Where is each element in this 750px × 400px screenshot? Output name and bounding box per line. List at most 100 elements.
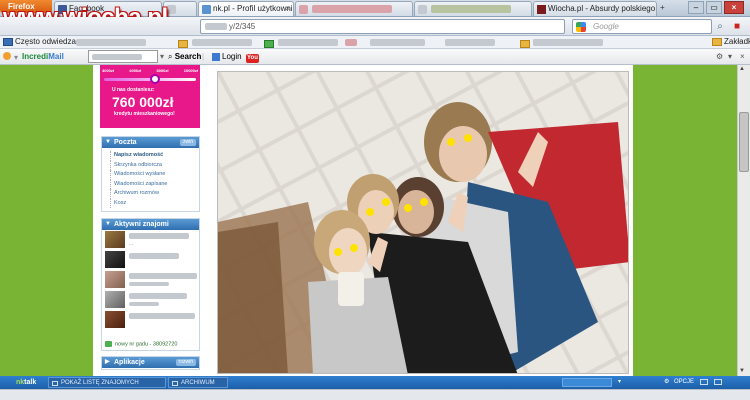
blurred-friend-status — [129, 282, 169, 286]
toolbar-search-button[interactable]: ⌕ Search — [168, 49, 201, 64]
google-icon — [576, 22, 586, 32]
scroll-down-icon[interactable]: ▼ — [739, 368, 745, 374]
blurred-bookmark[interactable] — [345, 39, 357, 46]
mail-link-trash[interactable]: Kosz — [110, 198, 199, 208]
nk-icon — [202, 5, 211, 14]
friend-item[interactable] — [105, 311, 196, 330]
tab-nk-profile[interactable]: nk.pl - Profil użytkownika !rEw... × — [198, 1, 294, 16]
gadu-gadu-status[interactable]: nowy nr gadu - 38092720 — [105, 340, 177, 347]
blurred-icon — [299, 5, 308, 14]
mail-link-archive[interactable]: Archiwum rozmów — [110, 189, 199, 199]
mail-link-sent[interactable]: Wiadomości wysłane — [110, 170, 199, 180]
archive-button[interactable]: ARCHIWUM — [168, 377, 228, 388]
wrench-icon[interactable]: ⚙ — [716, 49, 723, 64]
mail-box-header[interactable]: ▼ Poczta zwiń — [102, 137, 199, 148]
blurred-tab-title — [431, 5, 511, 13]
friend-item[interactable] — [105, 271, 197, 290]
folder-icon — [712, 37, 722, 46]
minimize-icon[interactable]: – — [688, 1, 704, 14]
dropdown-icon[interactable]: ▾ — [618, 376, 621, 389]
new-tab-icon[interactable]: + — [660, 3, 665, 12]
mail-box: ▼ Poczta zwiń Napisz wiadomość Skrzynka … — [101, 136, 200, 212]
mail-links: Napisz wiadomość Skrzynka odbiorcza Wiad… — [102, 148, 199, 208]
blurred-bookmark[interactable] — [76, 39, 146, 46]
most-visited-bookmark[interactable]: Często odwiedzane — [3, 36, 85, 48]
mail-link-saved[interactable]: Wiadomości zapisane — [110, 179, 199, 189]
ad-text-bottom: kredytu mieszkaniowego! — [114, 111, 175, 117]
folder-icon — [3, 37, 13, 46]
youtube-icon: You — [246, 54, 259, 63]
collapse-button[interactable]: zwiń — [179, 139, 196, 146]
avatar — [105, 291, 125, 308]
youtube-button[interactable]: You — [246, 49, 259, 64]
blurred-bookmark[interactable] — [192, 39, 252, 46]
ad-text-top: U nas dostaniesz: — [112, 87, 155, 93]
url-bar[interactable]: y/2/345 — [200, 19, 565, 34]
tab-blurred[interactable] — [414, 1, 532, 16]
tab-label: nk.pl - Profil użytkownika !rEw... — [213, 4, 293, 13]
tab-blurred[interactable] — [295, 1, 413, 16]
toolbar-login-button[interactable]: Login — [212, 49, 242, 64]
incredimail-logo[interactable]: IncrediMail — [22, 49, 64, 64]
blurred-bookmark[interactable] — [278, 39, 338, 46]
dropdown-icon[interactable]: ▾ — [728, 49, 732, 64]
blurred-friend-name — [129, 293, 187, 299]
blurred-bookmark[interactable] — [370, 39, 425, 46]
blurred-tab-title — [312, 5, 392, 13]
bookmark-label: Często odwiedzane — [15, 37, 85, 46]
tab-blurred[interactable] — [163, 1, 197, 16]
browser-status-bar — [0, 389, 750, 400]
friend-item[interactable] — [105, 251, 196, 270]
blurred-search-text — [92, 54, 142, 60]
bookmarks-menu[interactable]: Zakładki — [712, 36, 750, 48]
show-friends-button[interactable]: POKAŻ LISTĘ ZNAJOMYCH — [48, 377, 166, 388]
avatar — [105, 311, 125, 328]
addon-icon[interactable]: ■ — [730, 20, 744, 34]
friend-item[interactable] — [105, 291, 196, 310]
friend-item[interactable]: ... — [105, 231, 196, 250]
minimize-chat-icon[interactable] — [700, 379, 708, 385]
search-bar[interactable]: Google — [572, 19, 712, 34]
blurred-bookmark[interactable] — [533, 39, 603, 46]
active-friends-box: ▼ Aktywni znajomi ... nowy nr gadu - 380… — [101, 218, 200, 351]
search-dropdown-icon[interactable]: ▾ — [160, 49, 164, 64]
tab-wiocha[interactable]: Wiocha.pl - Absurdy polskiego ... — [533, 1, 657, 16]
close-toolbar-icon[interactable]: × — [740, 49, 745, 64]
expand-button[interactable]: rozwiń — [175, 359, 196, 366]
mail-link-compose[interactable]: Napisz wiadomość — [110, 151, 199, 161]
blurred-status[interactable] — [562, 378, 612, 387]
collapse-arrow-icon: ▼ — [105, 139, 111, 145]
blurred-icon — [167, 5, 176, 14]
applications-header[interactable]: ▶ Aplikacje rozwiń — [102, 357, 199, 368]
options-button[interactable]: ⚙ OPCJE — [664, 376, 694, 389]
detach-chat-icon[interactable] — [714, 379, 722, 385]
blurred-bookmark[interactable] — [445, 39, 495, 46]
blurred-friend-status — [129, 302, 159, 306]
maximize-icon[interactable]: ▭ — [706, 1, 722, 14]
window-controls: – ▭ × — [688, 1, 746, 14]
mail-box-title: Poczta — [114, 139, 137, 146]
mail-link-inbox[interactable]: Skrzynka odbiorcza — [110, 160, 199, 170]
loan-slider-knob[interactable] — [149, 74, 160, 84]
friend-status: ... — [129, 241, 134, 247]
gadu-gadu-icon — [105, 340, 112, 347]
expand-arrow-icon: ▶ — [105, 359, 110, 365]
ad-amount: 760 000zł — [112, 94, 174, 110]
gear-icon: ⚙ — [664, 379, 670, 385]
scrollbar-thumb[interactable] — [739, 112, 749, 172]
bookmarks-bar: Często odwiedzane Zakładki — [0, 36, 750, 49]
incredimail-search-input[interactable] — [88, 50, 158, 63]
bookmark-label: Zakładki — [724, 37, 750, 46]
blurred-icon — [418, 5, 427, 14]
dropdown-icon[interactable]: ▾ — [14, 50, 18, 62]
close-window-icon[interactable]: × — [724, 1, 744, 14]
mortgage-ad-banner[interactable]: 4000zł 4000zł 8000zł 10000zł U nas dostanie… — [100, 65, 200, 128]
applications-box: ▶ Aplikacje rozwiń — [101, 356, 200, 370]
wiocha-icon — [537, 5, 546, 14]
scroll-up-icon[interactable]: ▲ — [739, 66, 745, 72]
search-icon[interactable]: ⌕ — [713, 20, 727, 34]
active-friends-header[interactable]: ▼ Aktywni znajomi — [102, 219, 199, 230]
tab-label: Wiocha.pl - Absurdy polskiego ... — [548, 4, 657, 13]
close-tab-icon[interactable]: × — [285, 2, 290, 16]
profile-photo[interactable] — [217, 71, 629, 374]
